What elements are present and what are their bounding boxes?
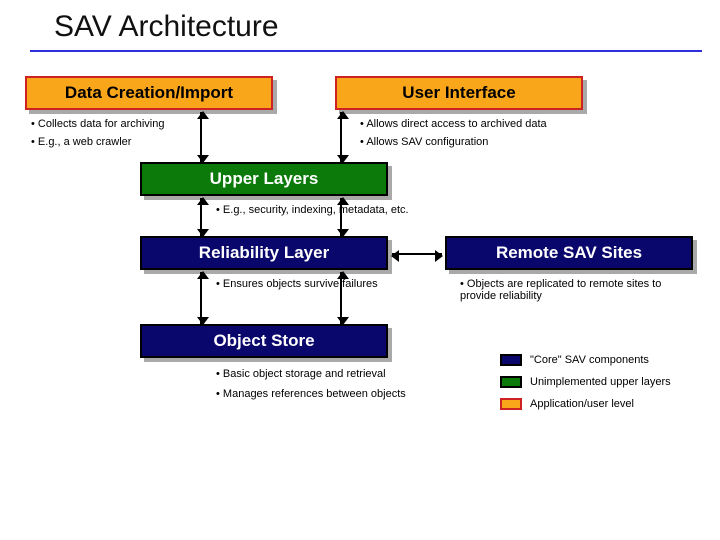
arrow-upper-to-reliability-2	[340, 198, 342, 236]
bullet-os-0: Basic object storage and retrieval	[216, 368, 386, 380]
legend-label-unimpl: Unimplemented upper layers	[530, 376, 671, 388]
arrow-ui-to-upper	[340, 112, 342, 162]
diagram-canvas: Data Creation/Import User Interface Coll…	[0, 52, 720, 532]
arrow-reliability-to-store-2	[340, 272, 342, 324]
swatch-appusr-icon	[500, 398, 522, 410]
block-data-creation: Data Creation/Import	[25, 76, 273, 110]
block-reliability: Reliability Layer	[140, 236, 388, 270]
block-upper-layers: Upper Layers	[140, 162, 388, 196]
swatch-core-icon	[500, 354, 522, 366]
bullet-dc-0: Collects data for archiving	[31, 118, 164, 130]
bullet-rs-0: Objects are replicated to remote sites t…	[460, 278, 692, 302]
legend-label-core: "Core" SAV components	[530, 354, 649, 366]
legend-unimpl: Unimplemented upper layers	[500, 376, 671, 388]
arrow-dc-to-upper	[200, 112, 202, 162]
bullet-ui-0: Allows direct access to archived data	[360, 118, 547, 130]
legend-label-appusr: Application/user level	[530, 398, 634, 410]
block-remote-sites: Remote SAV Sites	[445, 236, 693, 270]
bullet-os-1: Manages references between objects	[216, 388, 406, 400]
bullet-ul-0: E.g., security, indexing, metadata, etc.	[216, 204, 409, 216]
bullet-rl-0: Ensures objects survive failures	[216, 278, 378, 290]
block-user-interface: User Interface	[335, 76, 583, 110]
bullet-dc-1: E.g., a web crawler	[31, 136, 131, 148]
slide-title: SAV Architecture	[54, 10, 720, 44]
block-object-store: Object Store	[140, 324, 388, 358]
bullet-ui-1: Allows SAV configuration	[360, 136, 488, 148]
swatch-unimpl-icon	[500, 376, 522, 388]
legend-appusr: Application/user level	[500, 398, 634, 410]
arrow-reliability-to-store-1	[200, 272, 202, 324]
legend-core: "Core" SAV components	[500, 354, 649, 366]
arrow-upper-to-reliability-1	[200, 198, 202, 236]
arrow-reliability-to-remote	[392, 253, 442, 255]
